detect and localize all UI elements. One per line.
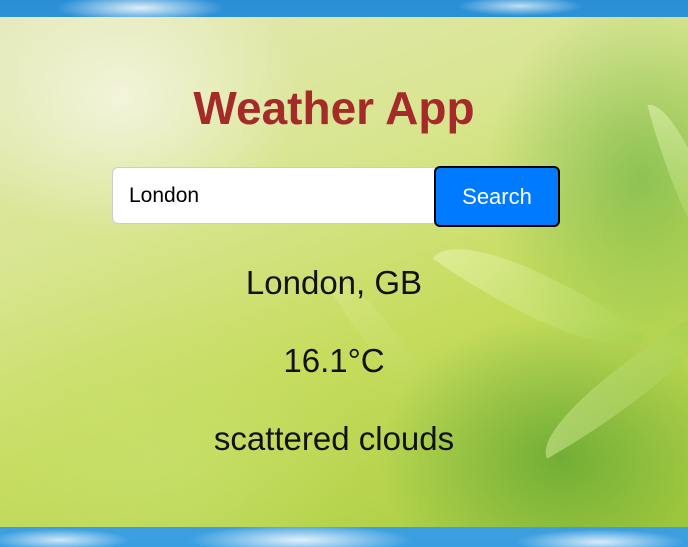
page-title: Weather App [193,82,475,134]
location-text: London, GB [245,264,423,301]
city-search-input[interactable] [112,167,447,224]
temperature-text: 16.1°C [283,342,385,379]
search-form: Search [112,166,560,227]
weather-description: scattered clouds [213,420,455,457]
weather-card: Weather App Search London, GB 16.1°C sca… [0,17,688,527]
app-window: Weather App Search London, GB 16.1°C sca… [0,0,688,547]
search-button[interactable]: Search [434,166,560,227]
